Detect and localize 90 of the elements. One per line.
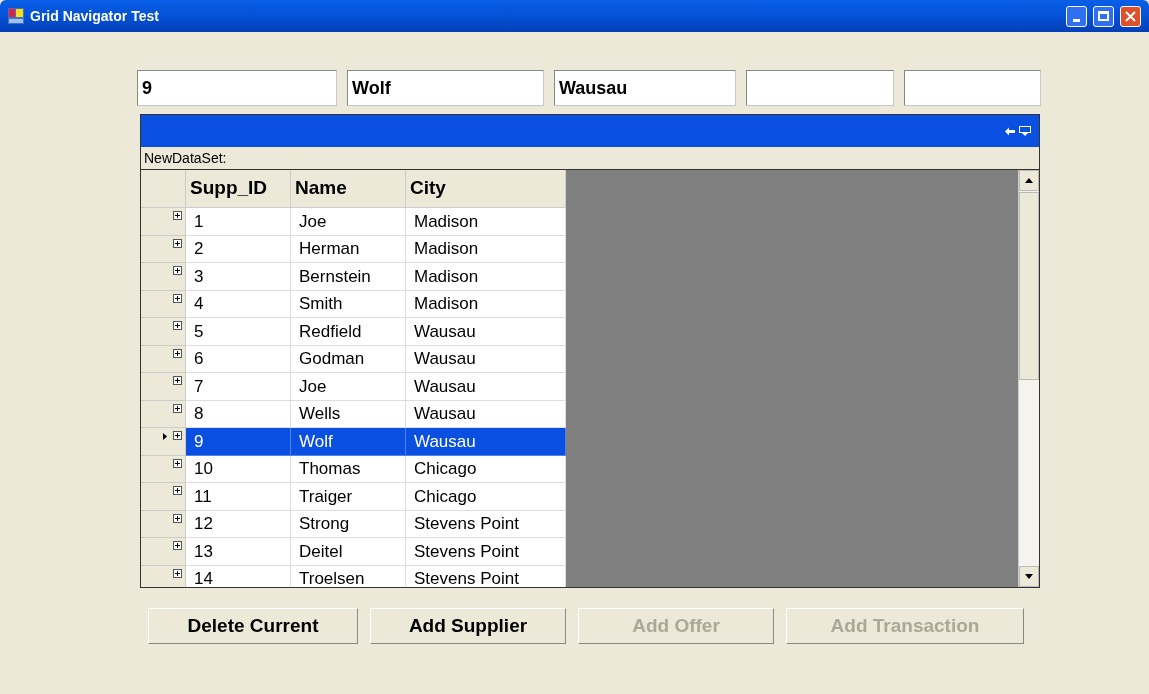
table-cell: Madison — [406, 290, 566, 318]
table-cell: Joe — [291, 208, 406, 236]
row-header[interactable] — [141, 290, 186, 318]
row-header[interactable] — [141, 510, 186, 538]
row-header[interactable] — [141, 373, 186, 401]
table-cell: Godman — [291, 345, 406, 373]
table-cell: 7 — [186, 373, 291, 401]
table-cell: 10 — [186, 455, 291, 483]
row-header[interactable] — [141, 538, 186, 566]
expand-icon[interactable] — [173, 431, 182, 440]
expand-icon[interactable] — [173, 293, 182, 303]
expand-icon[interactable] — [173, 486, 182, 495]
table-cell: Bernstein — [291, 263, 406, 291]
text-field[interactable] — [904, 70, 1041, 106]
table-cell: 12 — [186, 510, 291, 538]
table-cell: Deitel — [291, 538, 406, 566]
down-arrow-icon — [1025, 574, 1033, 579]
table-cell: Smith — [291, 290, 406, 318]
row-header[interactable] — [141, 318, 186, 346]
expand-icon[interactable] — [173, 348, 182, 358]
text-field[interactable]: Wausau — [554, 70, 736, 106]
table-cell: Thomas — [291, 455, 406, 483]
expand-icon[interactable] — [173, 266, 182, 275]
table-cell: Wells — [291, 400, 406, 428]
row-header[interactable] — [141, 483, 186, 511]
table-cell: 1 — [186, 208, 291, 236]
table-cell: Strong — [291, 510, 406, 538]
row-header[interactable] — [141, 208, 186, 236]
table-cell: 5 — [186, 318, 291, 346]
table-cell: Wolf — [291, 428, 406, 456]
row-header[interactable] — [141, 345, 186, 373]
table-cell: Madison — [406, 208, 566, 236]
row-header[interactable] — [141, 565, 186, 587]
table-cell: 8 — [186, 400, 291, 428]
maximize-button[interactable] — [1093, 5, 1114, 27]
expand-icon[interactable] — [173, 238, 182, 248]
table-cell: Traiger — [291, 483, 406, 511]
dataset-caption: NewDataSet: — [144, 148, 227, 168]
table-cell: 4 — [186, 290, 291, 318]
table-cell: Redfield — [291, 318, 406, 346]
scroll-down-button[interactable] — [1019, 566, 1039, 587]
table-cell: Joe — [291, 373, 406, 401]
row-header[interactable] — [141, 235, 186, 263]
close-button[interactable] — [1120, 5, 1141, 27]
row-header[interactable] — [141, 455, 186, 483]
table-cell: Wausau — [406, 400, 566, 428]
table-cell: Herman — [291, 235, 406, 263]
table-cell: Madison — [406, 263, 566, 291]
text-field[interactable]: Wolf — [347, 70, 544, 106]
collapse-icon[interactable] — [1019, 126, 1031, 136]
table-cell: 11 — [186, 483, 291, 511]
table-cell: Stevens Point — [406, 538, 566, 566]
table-cell: Wausau — [406, 428, 566, 456]
app-icon — [8, 8, 24, 24]
table-cell: Stevens Point — [406, 510, 566, 538]
text-field[interactable] — [746, 70, 894, 106]
up-arrow-icon — [1025, 178, 1033, 183]
table-cell: Wausau — [406, 373, 566, 401]
table-cell: 6 — [186, 345, 291, 373]
table-cell: 3 — [186, 263, 291, 291]
table-cell: Chicago — [406, 455, 566, 483]
close-icon — [1125, 10, 1136, 22]
expand-icon[interactable] — [173, 568, 182, 578]
row-header[interactable] — [141, 400, 186, 428]
table-cell: Wausau — [406, 345, 566, 373]
minimize-button[interactable] — [1066, 5, 1087, 27]
expand-icon[interactable] — [173, 211, 182, 220]
window-title: Grid Navigator Test — [30, 6, 159, 26]
table-cell: 13 — [186, 538, 291, 566]
action-button[interactable]: Delete Current — [148, 608, 358, 644]
table-cell: Madison — [406, 235, 566, 263]
table-cell: 9 — [186, 428, 291, 456]
action-button[interactable]: Add Supplier — [370, 608, 566, 644]
table-cell: 2 — [186, 235, 291, 263]
expand-icon[interactable] — [173, 403, 182, 413]
expand-icon[interactable] — [173, 513, 182, 523]
row-header[interactable] — [141, 263, 186, 291]
back-arrow-icon[interactable] — [1005, 126, 1015, 136]
text-field[interactable]: 9 — [137, 70, 337, 106]
expand-icon[interactable] — [173, 376, 182, 385]
table-cell: Wausau — [406, 318, 566, 346]
expand-icon[interactable] — [173, 541, 182, 550]
current-row-icon — [163, 433, 167, 440]
expand-icon[interactable] — [173, 321, 182, 330]
table-cell: Chicago — [406, 483, 566, 511]
scrollbar[interactable] — [1018, 170, 1039, 587]
row-header[interactable] — [141, 428, 186, 456]
scroll-up-button[interactable] — [1019, 170, 1039, 191]
scroll-thumb[interactable] — [1019, 192, 1039, 380]
expand-icon[interactable] — [173, 458, 182, 468]
